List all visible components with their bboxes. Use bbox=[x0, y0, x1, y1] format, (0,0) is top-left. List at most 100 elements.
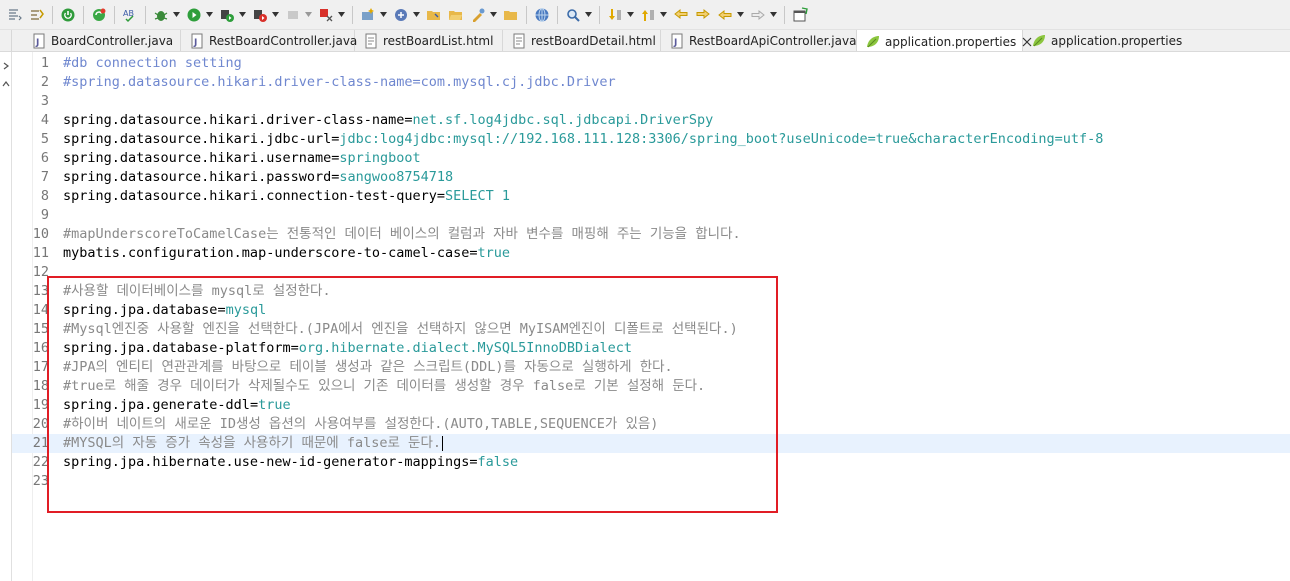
chevron-right-icon[interactable] bbox=[2, 62, 10, 70]
new-server-dropdown-icon[interactable] bbox=[379, 4, 387, 26]
code-line[interactable]: 16 spring.jpa.database-platform=org.hiber… bbox=[12, 339, 1290, 358]
code-line[interactable]: 8 spring.datasource.hikari.connection-tes… bbox=[12, 187, 1290, 206]
coverage-icon[interactable] bbox=[216, 4, 238, 26]
line-code: #true로 해줄 경우 데이터가 삭제될수도 있으니 기존 데이터를 생성할 … bbox=[63, 377, 705, 396]
property-equals: = bbox=[469, 454, 478, 470]
line-number: 20 bbox=[32, 416, 49, 432]
tab-board-controller[interactable]: J BoardController.java bbox=[23, 30, 181, 51]
code-line[interactable]: 20 #하이버 네이트의 새로운 ID생성 옵션의 사용여부를 설정한다.(AUT… bbox=[12, 415, 1290, 434]
code-line[interactable]: 2 #spring.datasource.hikari.driver-class-… bbox=[12, 73, 1290, 92]
chevron-up-icon[interactable] bbox=[2, 80, 10, 88]
code-line[interactable]: 4 spring.datasource.hikari.driver-class-n… bbox=[12, 111, 1290, 130]
open-type-icon[interactable] bbox=[423, 4, 445, 26]
web-browser-icon[interactable] bbox=[531, 4, 553, 26]
toolbar-separator bbox=[557, 5, 558, 24]
spring-dropdown-icon[interactable] bbox=[412, 4, 420, 26]
power-icon[interactable] bbox=[57, 4, 79, 26]
comment-text: #JPA의 엔티티 연관관계를 바탕으로 테이블 생성과 같은 스크립트(DDL… bbox=[63, 359, 673, 375]
run-dropdown-icon[interactable] bbox=[205, 4, 213, 26]
properties-editor[interactable]: 1 #db connection setting 2 #spring.datasour… bbox=[12, 52, 1290, 581]
java-file-icon: J bbox=[189, 33, 205, 49]
code-line[interactable]: 3 bbox=[12, 92, 1290, 111]
refresh-server-icon[interactable] bbox=[88, 4, 110, 26]
forward-dropdown-icon[interactable] bbox=[769, 4, 777, 26]
tab-application-properties[interactable]: application.properties bbox=[1023, 30, 1182, 51]
comment-text: #Mysql엔진중 사용할 엔진을 선택한다.(JPA에서 엔진을 선택하지 않… bbox=[63, 321, 738, 337]
main-toolbar: AB bbox=[0, 0, 1290, 30]
code-line[interactable]: 9 bbox=[12, 206, 1290, 225]
external-tools-icon[interactable] bbox=[249, 4, 271, 26]
previous-annotation-dropdown-icon[interactable] bbox=[659, 4, 667, 26]
toolbar-separator bbox=[145, 5, 146, 24]
search-icon[interactable] bbox=[562, 4, 584, 26]
new-server-icon[interactable] bbox=[357, 4, 379, 26]
maximize-view-icon[interactable] bbox=[789, 4, 811, 26]
next-annotation-icon[interactable] bbox=[604, 4, 626, 26]
text-caret bbox=[442, 435, 443, 451]
open-task-icon[interactable] bbox=[467, 4, 489, 26]
open-resource-icon[interactable] bbox=[500, 4, 522, 26]
toolbar-separator bbox=[114, 5, 115, 24]
open-task-dropdown-icon[interactable] bbox=[489, 4, 497, 26]
code-line[interactable]: 21 #MYSQL의 자동 증가 속성을 사용하기 때문에 false로 둔다. bbox=[12, 434, 1290, 453]
previous-annotation-icon[interactable] bbox=[637, 4, 659, 26]
terminate-icon[interactable] bbox=[315, 4, 337, 26]
code-line[interactable]: 22 spring.jpa.hibernate.use-new-id-genera… bbox=[12, 453, 1290, 472]
property-key: spring.datasource.hikari.driver-class-na… bbox=[63, 112, 405, 128]
code-line[interactable]: 1 #db connection setting bbox=[12, 54, 1290, 73]
property-equals: = bbox=[404, 112, 413, 128]
forward-arrow-icon[interactable] bbox=[747, 4, 769, 26]
toolbar-separator bbox=[352, 5, 353, 24]
tab-rest-board-api-controller[interactable]: J RestBoardApiController.java bbox=[661, 30, 857, 51]
next-annotation-dropdown-icon[interactable] bbox=[626, 4, 634, 26]
search-dropdown-icon[interactable] bbox=[584, 4, 592, 26]
stop-icon[interactable] bbox=[282, 4, 304, 26]
spring-icon[interactable] bbox=[390, 4, 412, 26]
comment-text: #mapUnderscoreToCamelCase는 전통적인 데이터 베이스의… bbox=[63, 226, 741, 242]
debug-icon[interactable] bbox=[150, 4, 172, 26]
code-line[interactable]: 6 spring.datasource.hikari.username=sprin… bbox=[12, 149, 1290, 168]
property-value: SELECT 1 bbox=[445, 188, 511, 204]
code-line[interactable]: 13 #사용할 데이터베이스를 mysql로 설정한다. bbox=[12, 282, 1290, 301]
forward-edit-icon[interactable] bbox=[692, 4, 714, 26]
tab-application-properties-active[interactable]: application.properties bbox=[857, 30, 1032, 51]
line-code: mybatis.configuration.map-underscore-to-… bbox=[63, 244, 510, 263]
tab-rest-board-controller[interactable]: J RestBoardController.java bbox=[181, 30, 357, 51]
code-line[interactable]: 11 mybatis.configuration.map-underscore-t… bbox=[12, 244, 1290, 263]
code-line[interactable]: 19 spring.jpa.generate-ddl=true bbox=[12, 396, 1290, 415]
last-edit-location-icon[interactable] bbox=[670, 4, 692, 26]
code-line[interactable]: 12 bbox=[12, 263, 1290, 282]
code-line[interactable]: 10 #mapUnderscoreToCamelCase는 전통적인 데이터 베이… bbox=[12, 225, 1290, 244]
svg-text:J: J bbox=[193, 38, 197, 48]
code-line[interactable]: 5 spring.datasource.hikari.jdbc-url=jdbc:… bbox=[12, 130, 1290, 149]
java-file-icon: J bbox=[669, 33, 685, 49]
stop-dropdown-icon[interactable] bbox=[304, 4, 312, 26]
code-line[interactable]: 23 bbox=[12, 472, 1290, 491]
line-number: 12 bbox=[32, 264, 49, 280]
show-whitespace-icon[interactable] bbox=[26, 4, 48, 26]
line-code: spring.datasource.hikari.username=spring… bbox=[63, 149, 421, 168]
property-key: spring.jpa.hibernate.use-new-id-generato… bbox=[63, 454, 470, 470]
open-folder-icon[interactable] bbox=[445, 4, 467, 26]
run-icon[interactable] bbox=[183, 4, 205, 26]
spell-check-icon[interactable]: AB bbox=[119, 4, 141, 26]
tab-rest-board-list[interactable]: restBoardList.html bbox=[355, 30, 503, 51]
external-tools-dropdown-icon[interactable] bbox=[271, 4, 279, 26]
back-arrow-icon[interactable] bbox=[714, 4, 736, 26]
back-dropdown-icon[interactable] bbox=[736, 4, 744, 26]
code-line[interactable]: 15 #Mysql엔진중 사용할 엔진을 선택한다.(JPA에서 엔진을 선택하지… bbox=[12, 320, 1290, 339]
code-line[interactable]: 7 spring.datasource.hikari.password=sangw… bbox=[12, 168, 1290, 187]
toggle-list-icon[interactable] bbox=[4, 4, 26, 26]
code-line[interactable]: 18 #true로 해줄 경우 데이터가 삭제될수도 있으니 기존 데이터를 생성… bbox=[12, 377, 1290, 396]
tab-rest-board-detail[interactable]: restBoardDetail.html bbox=[503, 30, 661, 51]
coverage-dropdown-icon[interactable] bbox=[238, 4, 246, 26]
debug-dropdown-icon[interactable] bbox=[172, 4, 180, 26]
toolbar-separator bbox=[52, 5, 53, 24]
terminate-dropdown-icon[interactable] bbox=[337, 4, 345, 26]
tab-label: restBoardList.html bbox=[383, 34, 494, 48]
editor-tabbar: J BoardController.java J RestBoardContro… bbox=[0, 30, 1290, 52]
code-line[interactable]: 17 #JPA의 엔티티 연관관계를 바탕으로 테이블 생성과 같은 스크립트(D… bbox=[12, 358, 1290, 377]
property-key: mybatis.configuration.map-underscore-to-… bbox=[63, 245, 470, 261]
property-equals: = bbox=[249, 397, 259, 413]
code-line[interactable]: 14 spring.jpa.database=mysql bbox=[12, 301, 1290, 320]
